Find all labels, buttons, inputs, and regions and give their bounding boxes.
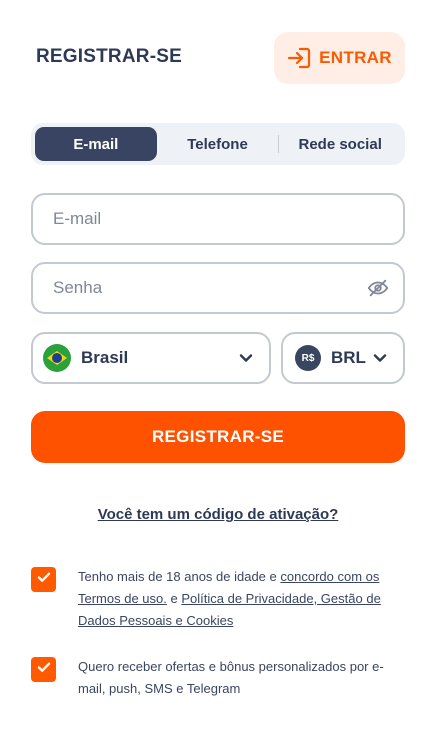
chevron-down-icon xyxy=(371,349,389,372)
age-consent-text-2: e xyxy=(166,591,182,606)
country-select[interactable]: Brasil xyxy=(31,332,271,384)
register-button[interactable]: REGISTRAR-SE xyxy=(31,411,405,463)
age-consent-checkbox[interactable] xyxy=(31,567,56,592)
tab-social[interactable]: Rede social xyxy=(279,127,401,161)
offers-consent-text: Quero receber ofertas e bônus personaliz… xyxy=(78,659,384,696)
activation-code-link[interactable]: Você tem um código de ativação? xyxy=(0,506,436,523)
check-icon xyxy=(36,659,52,680)
tab-email[interactable]: E-mail xyxy=(35,127,157,161)
email-field[interactable]: E-mail xyxy=(31,193,405,245)
registration-method-tabs: E-mail Telefone Rede social xyxy=(31,123,405,165)
currency-value: BRL xyxy=(331,348,366,367)
tab-phone[interactable]: Telefone xyxy=(157,127,279,161)
page-title: REGISTRAR-SE xyxy=(36,46,182,67)
offers-consent-checkbox[interactable] xyxy=(31,657,56,682)
password-placeholder: Senha xyxy=(53,278,103,297)
chevron-down-icon xyxy=(237,349,255,372)
eye-off-icon[interactable] xyxy=(367,277,389,304)
check-icon xyxy=(36,569,52,590)
login-button-label: ENTRAR xyxy=(319,48,392,67)
header: REGISTRAR-SE ENTRAR xyxy=(0,0,436,116)
email-placeholder: E-mail xyxy=(53,209,102,228)
age-consent-text-1: Tenho mais de 18 anos de idade e xyxy=(78,569,281,584)
login-button[interactable]: ENTRAR xyxy=(274,32,405,84)
age-consent-text: Tenho mais de 18 anos de idade e concord… xyxy=(78,566,408,632)
password-field[interactable]: Senha xyxy=(31,262,405,314)
brl-coin-icon: R$ xyxy=(295,345,321,371)
brazil-flag-icon xyxy=(43,344,71,372)
currency-select[interactable]: R$ BRL xyxy=(281,332,405,384)
country-value: Brasil xyxy=(81,348,129,367)
login-arrow-icon xyxy=(287,47,311,69)
